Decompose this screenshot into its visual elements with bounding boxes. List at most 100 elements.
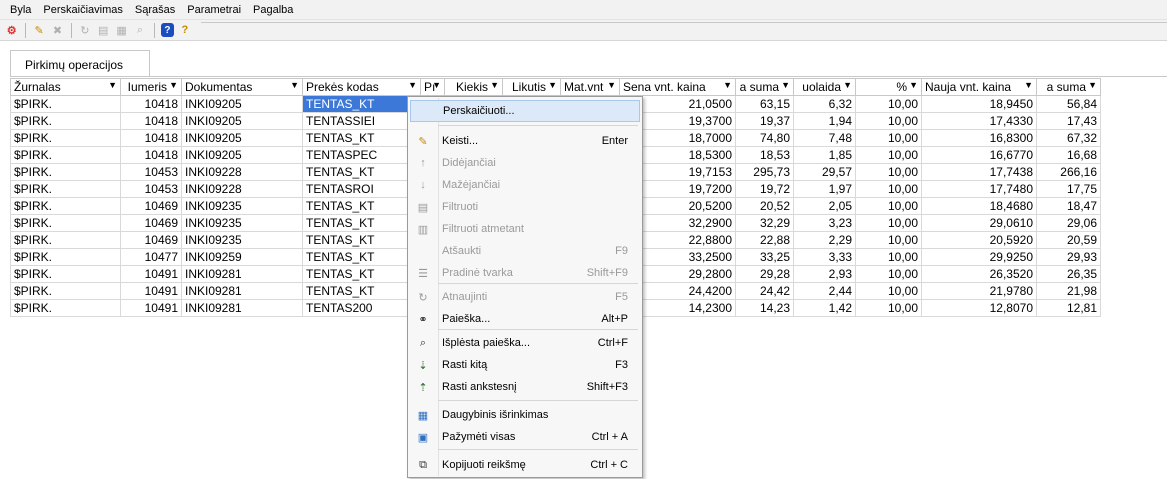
table-cell[interactable]: 26,35 xyxy=(1036,265,1101,283)
table-cell[interactable]: INKI09228 xyxy=(181,163,303,181)
menu-parametrai[interactable]: Parametrai xyxy=(181,1,247,19)
table-cell[interactable]: 10453 xyxy=(120,180,182,198)
table-cell[interactable]: 295,73 xyxy=(735,163,794,181)
menu-item-didėjančiai[interactable]: ↑ Didėjančiai xyxy=(410,152,640,174)
table-cell[interactable]: 22,88 xyxy=(735,231,794,249)
table-cell[interactable]: 24,42 xyxy=(735,282,794,300)
table-cell[interactable]: 6,32 xyxy=(793,95,856,113)
table-cell[interactable]: 17,4330 xyxy=(921,112,1037,130)
table-cell[interactable]: 10469 xyxy=(120,197,182,215)
table-cell[interactable]: 10418 xyxy=(120,146,182,164)
table-cell[interactable]: 10,00 xyxy=(855,95,922,113)
table-cell[interactable]: 29,06 xyxy=(1036,214,1101,232)
column-header-0[interactable]: Žurnalas ▼ xyxy=(10,78,121,96)
table-cell[interactable]: 1,97 xyxy=(793,180,856,198)
table-cell[interactable]: TENTAS_KT xyxy=(302,265,421,283)
column-header-12[interactable]: Nauja vnt. kaina ▼ xyxy=(921,78,1037,96)
table-cell[interactable]: 29,0610 xyxy=(921,214,1037,232)
sort-arrow-icon[interactable]: ▼ xyxy=(490,80,499,90)
menu-item-atšaukti[interactable]: Atšaukti F9 xyxy=(410,240,640,262)
table-cell[interactable]: 266,16 xyxy=(1036,163,1101,181)
table-cell[interactable]: 3,23 xyxy=(793,214,856,232)
table-cell[interactable]: 10,00 xyxy=(855,112,922,130)
sort-arrow-icon[interactable]: ▼ xyxy=(290,80,299,90)
edit-icon[interactable]: ✎ xyxy=(30,22,47,39)
table-cell[interactable]: 10469 xyxy=(120,214,182,232)
table-cell[interactable]: 10,00 xyxy=(855,299,922,317)
table-cell[interactable]: TENTASROI xyxy=(302,180,421,198)
table-cell[interactable]: 10418 xyxy=(120,112,182,130)
sort-arrow-icon[interactable]: ▼ xyxy=(169,80,178,90)
table-cell[interactable]: TENTAS_KT xyxy=(302,248,421,266)
column-header-5[interactable]: Kiekis ▼ xyxy=(444,78,503,96)
sort-arrow-icon[interactable]: ▼ xyxy=(1088,80,1097,90)
table-cell[interactable]: 67,32 xyxy=(1036,129,1101,147)
menu-item-atnaujinti[interactable]: ↻ Atnaujinti F5 xyxy=(410,286,640,308)
table-cell[interactable]: INKI09235 xyxy=(181,214,303,232)
table-cell[interactable]: TENTAS_KT xyxy=(302,95,421,113)
table-cell[interactable]: 18,4680 xyxy=(921,197,1037,215)
table-cell[interactable]: $PIRK. xyxy=(10,282,121,300)
sort-arrow-icon[interactable]: ▼ xyxy=(108,80,117,90)
table-cell[interactable]: 10469 xyxy=(120,231,182,249)
column-header-7[interactable]: Mat.vnt ▼ xyxy=(560,78,620,96)
tab-pirkimu-operacijos[interactable]: Pirkimų operacijos xyxy=(10,50,150,77)
table-cell[interactable]: INKI09205 xyxy=(181,146,303,164)
table-cell[interactable]: 29,57 xyxy=(793,163,856,181)
table-cell[interactable]: $PIRK. xyxy=(10,231,121,249)
sort-arrow-icon[interactable]: ▼ xyxy=(408,80,417,90)
sort-arrow-icon[interactable]: ▼ xyxy=(723,80,732,90)
table-cell[interactable]: TENTAS_KT xyxy=(302,163,421,181)
table-cell[interactable]: 10,00 xyxy=(855,163,922,181)
table-cell[interactable]: TENTAS200 xyxy=(302,299,421,317)
sort-arrow-icon[interactable]: ▼ xyxy=(781,80,790,90)
table-cell[interactable]: 2,93 xyxy=(793,265,856,283)
column-header-4[interactable]: Pı ▼ xyxy=(420,78,445,96)
table-cell[interactable]: 2,05 xyxy=(793,197,856,215)
table-cell[interactable]: INKI09235 xyxy=(181,231,303,249)
table-cell[interactable]: INKI09235 xyxy=(181,197,303,215)
menu-perskaiciavimas[interactable]: Perskaičiavimas xyxy=(37,1,128,19)
table-cell[interactable]: TENTAS_KT xyxy=(302,197,421,215)
table-cell[interactable]: 12,8070 xyxy=(921,299,1037,317)
column-header-6[interactable]: Likutis ▼ xyxy=(502,78,561,96)
table-cell[interactable]: 10491 xyxy=(120,299,182,317)
menu-item-keisti[interactable]: ✎ Keisti... Enter xyxy=(410,130,640,152)
table-cell[interactable]: 16,68 xyxy=(1036,146,1101,164)
sort-arrow-icon[interactable]: ▼ xyxy=(548,80,557,90)
table-cell[interactable]: 1,94 xyxy=(793,112,856,130)
menu-item-daugybinis-išrinkimas[interactable]: ▦ Daugybinis išrinkimas xyxy=(410,404,640,426)
menu-item-pradinė-tvarka[interactable]: ☰ Pradinė tvarka Shift+F9 xyxy=(410,262,640,284)
menu-item-rasti-kitą[interactable]: ⇣ Rasti kitą F3 xyxy=(410,354,640,376)
column-header-9[interactable]: a suma ▼ xyxy=(735,78,794,96)
table-cell[interactable]: 14,23 xyxy=(735,299,794,317)
original-order-icon[interactable]: ▦ xyxy=(113,22,130,39)
search-icon[interactable]: ⌕ xyxy=(131,22,148,39)
table-cell[interactable]: 63,15 xyxy=(735,95,794,113)
table-cell[interactable]: TENTASPEC xyxy=(302,146,421,164)
table-cell[interactable]: 21,98 xyxy=(1036,282,1101,300)
table-cell[interactable]: 7,48 xyxy=(793,129,856,147)
table-cell[interactable]: 74,80 xyxy=(735,129,794,147)
menu-item-kopijuoti-reikšmę[interactable]: ⧉ Kopijuoti reikšmę Ctrl + C xyxy=(410,454,640,476)
menu-byla[interactable]: Byla xyxy=(4,1,37,19)
table-cell[interactable]: 10,00 xyxy=(855,197,922,215)
table-cell[interactable]: $PIRK. xyxy=(10,129,121,147)
table-cell[interactable]: 10,00 xyxy=(855,180,922,198)
menu-item-rasti-ankstesnį[interactable]: ⇡ Rasti ankstesnį Shift+F3 xyxy=(410,376,640,398)
table-cell[interactable]: 10,00 xyxy=(855,146,922,164)
table-cell[interactable]: 10,00 xyxy=(855,129,922,147)
menu-item-perskaičiuoti[interactable]: Perskaičiuoti... xyxy=(410,100,640,122)
table-cell[interactable]: 10477 xyxy=(120,248,182,266)
table-cell[interactable]: TENTASSIEI xyxy=(302,112,421,130)
table-cell[interactable]: INKI09205 xyxy=(181,129,303,147)
table-cell[interactable]: 33,25 xyxy=(735,248,794,266)
calculator-icon[interactable]: ⚙ xyxy=(3,22,20,39)
table-cell[interactable]: 16,6770 xyxy=(921,146,1037,164)
table-cell[interactable]: 10418 xyxy=(120,129,182,147)
table-cell[interactable]: $PIRK. xyxy=(10,112,121,130)
table-cell[interactable]: $PIRK. xyxy=(10,299,121,317)
table-cell[interactable]: 20,59 xyxy=(1036,231,1101,249)
table-cell[interactable]: $PIRK. xyxy=(10,214,121,232)
table-cell[interactable]: INKI09205 xyxy=(181,112,303,130)
